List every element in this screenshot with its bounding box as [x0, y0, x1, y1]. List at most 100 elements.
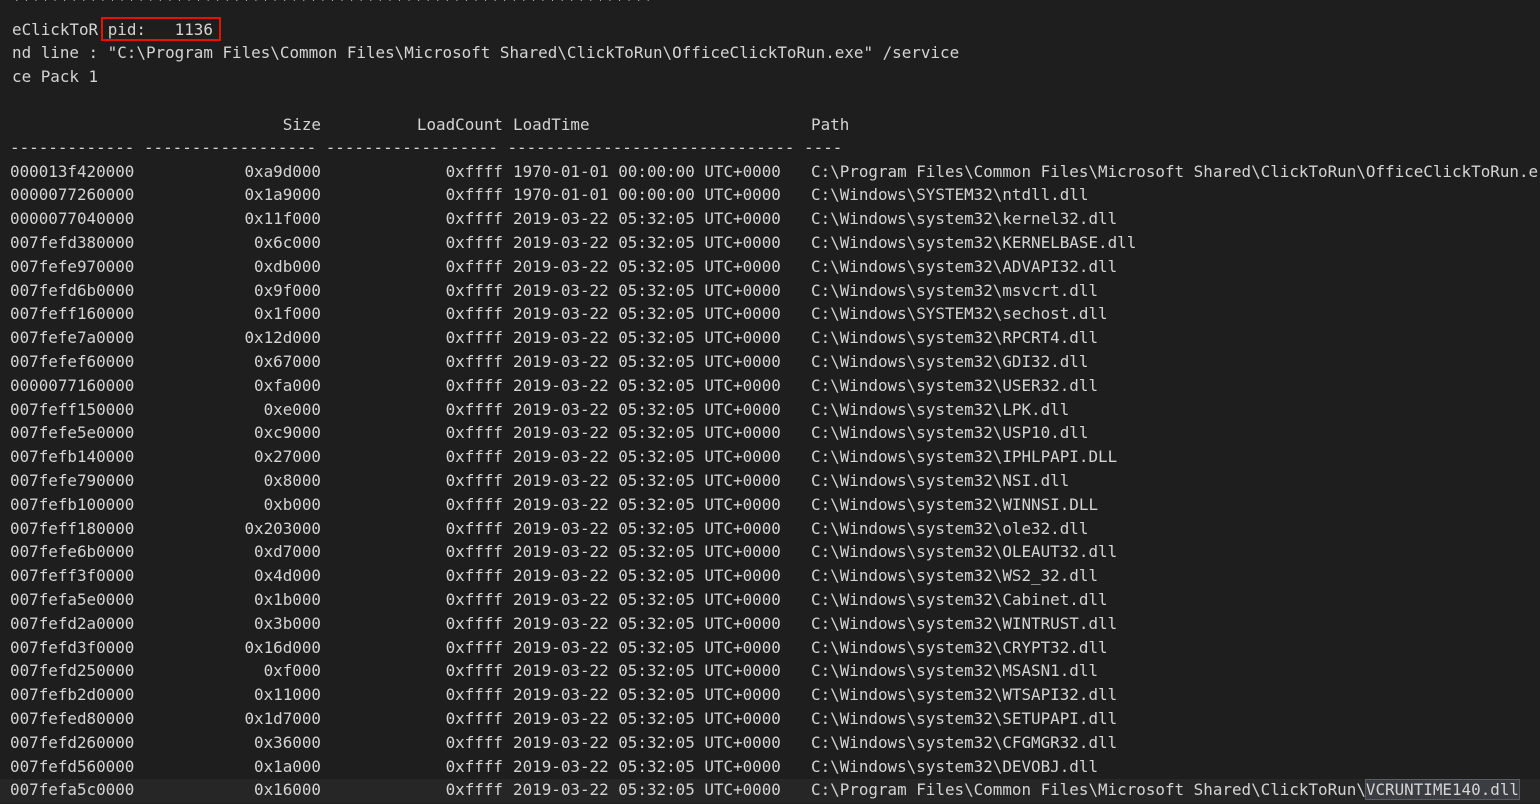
size-cell: 0xc9000	[254, 423, 321, 443]
size-cell: 0xf000	[263, 661, 321, 681]
base-address-cell: 007fefb100000	[10, 494, 135, 514]
table-row: 007fefd6b0000 0x9f000 0xffff 2019-03-22 05:…	[0, 280, 1540, 304]
table-row: 007fefb2d0000 0x11000 0xffff 2019-03-22 05:…	[0, 684, 1540, 708]
table-row: 007fefef60000 0x67000 0xffff 2019-03-22 05:…	[0, 351, 1540, 375]
loadcount-cell: 0xffff	[445, 470, 503, 490]
loadtime-cell: 2019-03-22 05:32:05 UTC+0000	[513, 518, 781, 538]
path-text: C:\Windows\system32\WTSAPI32.dll	[811, 685, 1118, 705]
base-address-cell: 007fefa5c0000	[10, 780, 135, 800]
loadcount-cell: 0xffff	[445, 637, 503, 657]
base-address-cell: 007fefd3f0000	[10, 637, 135, 657]
size-cell: 0x16d000	[244, 637, 321, 657]
loadcount-cell: 0xffff	[445, 494, 503, 514]
base-address-cell: 007fefe5e0000	[10, 423, 135, 443]
selected-text[interactable]: VCRUNTIME140.dll	[1364, 779, 1520, 801]
loadcount-cell: 0xffff	[445, 209, 503, 229]
path-text: C:\Windows\system32\GDI32.dll	[811, 351, 1089, 371]
path-cell: C:\Windows\system32\ole32.dll	[811, 518, 1088, 540]
path-cell: C:\Windows\system32\Cabinet.dll	[811, 589, 1108, 611]
path-text: C:\Windows\system32\OLEAUT32.dll	[811, 542, 1118, 562]
loadtime-cell: 2019-03-22 05:32:05 UTC+0000	[513, 256, 781, 276]
size-cell: 0x67000	[254, 351, 321, 371]
size-cell: 0xb000	[263, 494, 321, 514]
size-cell: 0x11000	[254, 685, 321, 705]
loadcount-cell: 0xffff	[445, 661, 503, 681]
loadcount-cell: 0xffff	[445, 756, 503, 776]
loadcount-cell: 0xffff	[445, 708, 503, 728]
size-cell: 0x1d7000	[244, 708, 321, 728]
base-address-cell: 007fefe790000	[10, 470, 135, 490]
path-text: C:\Windows\system32\kernel32.dll	[811, 209, 1118, 229]
command-line: nd line : "C:\Program Files\Common Files…	[12, 43, 960, 62]
path-cell: C:\Windows\system32\IPHLPAPI.DLL	[811, 446, 1117, 468]
column-header-path: Path	[811, 115, 850, 134]
loadtime-cell: 2019-03-22 05:32:05 UTC+0000	[513, 232, 781, 252]
base-address-cell: 007feff150000	[10, 399, 135, 419]
loadtime-cell: 2019-03-22 05:32:05 UTC+0000	[513, 780, 781, 800]
path-cell: C:\Windows\system32\CFGMGR32.dll	[811, 732, 1117, 754]
base-address-cell: 0000077260000	[10, 185, 135, 205]
table-row: 007fefd560000 0x1a000 0xffff 2019-03-22 05:…	[0, 756, 1540, 780]
loadtime-cell: 2019-03-22 05:32:05 UTC+0000	[513, 447, 781, 467]
asterisk-separator: ****************************************…	[12, 0, 653, 11]
path-cell: C:\Windows\SYSTEM32\ntdll.dll	[811, 184, 1088, 206]
size-cell: 0x1a000	[254, 756, 321, 776]
loadcount-cell: 0xffff	[445, 328, 503, 348]
loadcount-cell: 0xffff	[445, 732, 503, 752]
base-address-cell: 007fefe7a0000	[10, 328, 135, 348]
loadtime-cell: 2019-03-22 05:32:05 UTC+0000	[513, 756, 781, 776]
size-cell: 0x6c000	[254, 232, 321, 252]
loadcount-cell: 0xffff	[445, 375, 503, 395]
loadcount-cell: 0xffff	[445, 351, 503, 371]
base-address-cell: 0000077040000	[10, 209, 135, 229]
table-row: 0000077040000 0x11f000 0xffff 2019-03-22 05…	[0, 208, 1540, 232]
loadcount-cell: 0xffff	[445, 185, 503, 205]
loadcount-cell: 0xffff	[445, 780, 503, 800]
loadtime-cell: 2019-03-22 05:32:05 UTC+0000	[513, 732, 781, 752]
path-cell: C:\Windows\system32\OLEAUT32.dll	[811, 541, 1117, 563]
path-text: C:\Windows\system32\Cabinet.dll	[811, 589, 1108, 609]
table-row: 007fefd3f0000 0x16d000 0xffff 2019-03-22 05…	[0, 637, 1540, 661]
terminal-output[interactable]: ****************************************…	[0, 0, 1540, 804]
base-address-cell: 007fefb2d0000	[10, 685, 135, 705]
size-cell: 0x3b000	[254, 613, 321, 633]
table-row: 007fefe970000 0xdb000 0xffff 2019-03-22 05:…	[0, 256, 1540, 280]
table-row: 0000077160000 0xfa000 0xffff 2019-03-22 05:…	[0, 375, 1540, 399]
base-address-cell: 007fefd260000	[10, 732, 135, 752]
loadcount-cell: 0xffff	[445, 161, 503, 181]
path-cell: C:\Program Files\Common Files\Microsoft …	[811, 779, 1520, 801]
table-row: 0000077260000 0x1a9000 0xffff 1970-01-01 00…	[0, 184, 1540, 208]
path-text: C:\Windows\system32\USER32.dll	[811, 375, 1099, 395]
path-cell: C:\Windows\SYSTEM32\sechost.dll	[811, 303, 1108, 325]
base-address-cell: 007feff180000	[10, 518, 135, 538]
size-cell: 0x9f000	[254, 280, 321, 300]
base-address-cell: 007feff160000	[10, 304, 135, 324]
table-row: 007fefe5e0000 0xc9000 0xffff 2019-03-22 05:…	[0, 422, 1540, 446]
table-row: 007fefa5e0000 0x1b000 0xffff 2019-03-22 05:…	[0, 589, 1540, 613]
base-address-cell: 007fefb140000	[10, 447, 135, 467]
path-text: C:\Windows\system32\RPCRT4.dll	[811, 328, 1099, 348]
size-cell: 0x16000	[254, 780, 321, 800]
base-address-cell: 007feff3f0000	[10, 566, 135, 586]
size-cell: 0x27000	[254, 447, 321, 467]
path-cell: C:\Windows\system32\kernel32.dll	[811, 208, 1117, 230]
path-cell: C:\Windows\system32\WINTRUST.dll	[811, 613, 1117, 635]
loadtime-cell: 2019-03-22 05:32:05 UTC+0000	[513, 375, 781, 395]
loadcount-cell: 0xffff	[445, 232, 503, 252]
base-address-cell: 0000077160000	[10, 375, 135, 395]
table-row: 007fefd260000 0x36000 0xffff 2019-03-22 05:…	[0, 732, 1540, 756]
base-address-cell: 007fefe6b0000	[10, 542, 135, 562]
path-text: C:\Windows\system32\USP10.dll	[811, 423, 1089, 443]
path-text: C:\Windows\system32\KERNELBASE.dll	[811, 232, 1137, 252]
loadcount-cell: 0xffff	[445, 566, 503, 586]
loadtime-cell: 2019-03-22 05:32:05 UTC+0000	[513, 494, 781, 514]
base-address-cell: 007fefef60000	[10, 351, 135, 371]
path-cell: C:\Program Files\Common Files\Microsoft …	[811, 161, 1538, 183]
size-cell: 0x12d000	[244, 328, 321, 348]
loadtime-cell: 2019-03-22 05:32:05 UTC+0000	[513, 280, 781, 300]
base-address-cell: 007fefd2a0000	[10, 613, 135, 633]
size-cell: 0xd7000	[254, 542, 321, 562]
loadtime-cell: 2019-03-22 05:32:05 UTC+0000	[513, 304, 781, 324]
path-text: C:\Windows\system32\NSI.dll	[811, 470, 1070, 490]
base-address-cell: 007fefed80000	[10, 708, 135, 728]
